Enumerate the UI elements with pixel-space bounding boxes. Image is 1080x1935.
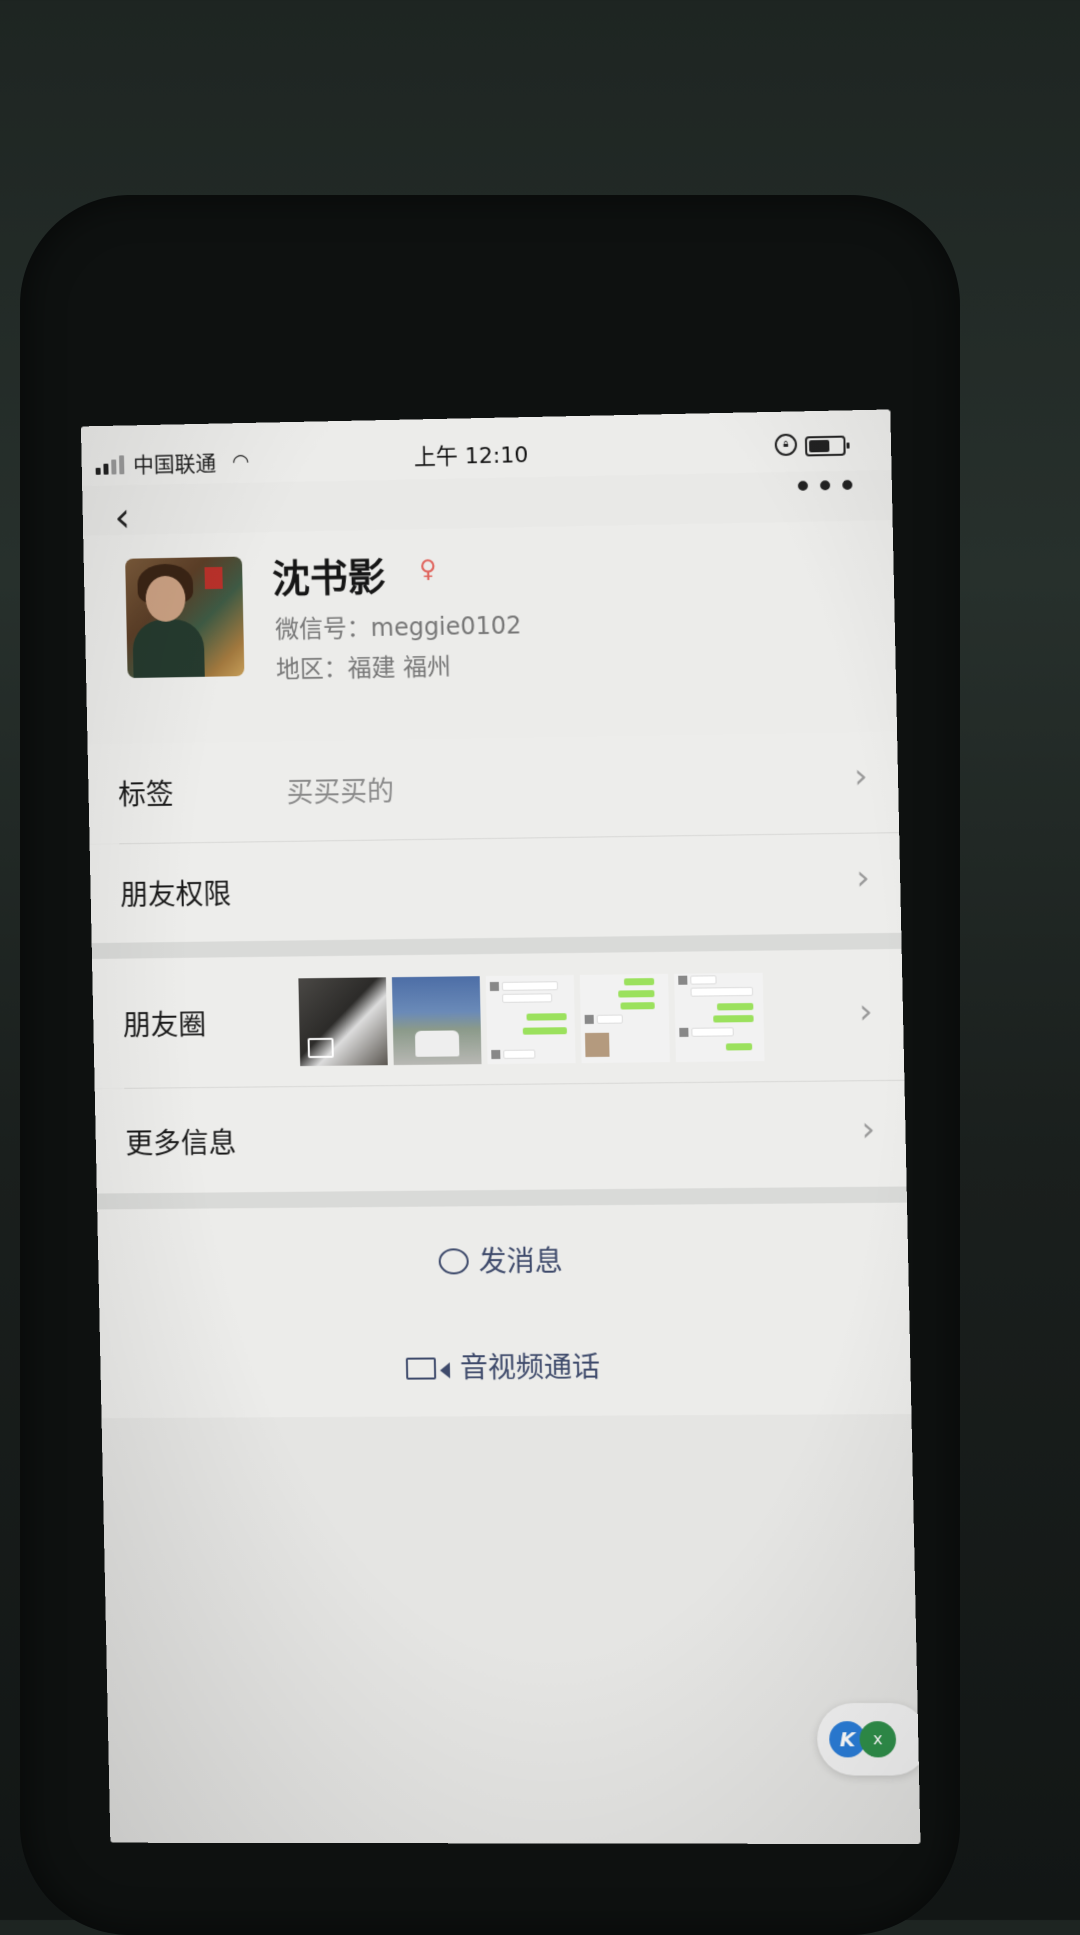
video-camera-icon <box>406 1357 436 1379</box>
chat-bubble <box>618 990 654 997</box>
moments-thumbnail <box>298 977 387 1066</box>
chat-bubble <box>713 1015 753 1022</box>
chevron-right-icon: › <box>858 992 873 1032</box>
avatar-figure-face <box>145 576 186 622</box>
row-tags[interactable]: 标签 买买买的 › <box>88 731 900 843</box>
region: 地区：福建 福州 <box>276 647 452 685</box>
chat-avatar <box>491 1050 500 1059</box>
chat-avatar <box>679 1028 688 1037</box>
send-message-button[interactable]: 发消息 <box>98 1237 909 1283</box>
chat-bubble <box>620 1002 654 1009</box>
wechat-profile-screen: 中国联通 ◠ 上午 12:10 🔒︎ 沈书影 ♀ 微信号：meggie0102 … <box>81 409 921 1844</box>
empty-area <box>102 1414 921 1844</box>
moments-thumbnails <box>298 973 764 1066</box>
chevron-right-icon: › <box>853 756 868 796</box>
chat-bubble-icon <box>438 1248 468 1274</box>
chat-avatar <box>585 1015 594 1024</box>
video-camera-lens <box>440 1362 450 1378</box>
av-call-button[interactable]: 音视频通话 <box>100 1344 911 1389</box>
chat-bubble <box>502 993 552 1003</box>
chevron-right-icon: › <box>856 858 871 898</box>
back-icon[interactable]: ‹ <box>114 495 131 541</box>
friend-permissions-label: 朋友权限 <box>120 873 232 914</box>
row-friend-permissions[interactable]: 朋友权限 › <box>90 833 902 943</box>
chat-bubble <box>526 1013 566 1020</box>
more-icon[interactable]: ••• <box>792 466 860 508</box>
floating-widget[interactable]: K x <box>816 1703 920 1776</box>
video-camera-icon <box>308 1038 334 1058</box>
status-time: 上午 12:10 <box>414 437 529 471</box>
row-moments[interactable]: 朋友圈 › <box>92 949 904 1088</box>
action-section: 发消息 音视频通话 <box>97 1203 911 1419</box>
close-widget-button[interactable]: x <box>859 1721 896 1757</box>
avatar-book <box>204 567 222 589</box>
signal-icon <box>95 455 124 474</box>
contact-name: 沈书影 <box>272 546 387 603</box>
moments-thumbnail <box>486 975 576 1064</box>
wifi-icon: ◠ <box>232 449 250 473</box>
chevron-right-icon: › <box>861 1109 876 1149</box>
chat-bubble <box>691 1027 733 1037</box>
chat-bubble <box>502 981 558 991</box>
chat-bubble <box>717 1003 753 1010</box>
row-more-info[interactable]: 更多信息 › <box>95 1081 907 1194</box>
chat-bubble <box>690 975 716 984</box>
rotation-lock-icon: 🔒︎ <box>775 434 798 457</box>
car-shape <box>415 1030 459 1056</box>
chat-bubble <box>690 987 753 997</box>
tags-label: 标签 <box>118 773 174 814</box>
avatar-figure-body <box>132 619 204 678</box>
chat-avatar <box>490 982 499 991</box>
carrier-label: 中国联通 <box>133 448 217 480</box>
gender-female-icon: ♀ <box>419 555 437 583</box>
av-call-label: 音视频通话 <box>460 1350 601 1384</box>
send-message-label: 发消息 <box>478 1245 563 1279</box>
tags-value: 买买买的 <box>286 769 394 810</box>
chat-avatar <box>678 976 687 985</box>
chat-bubble <box>624 978 654 985</box>
wechat-id: 微信号：meggie0102 <box>275 605 522 644</box>
chat-bubble <box>726 1043 752 1050</box>
battery-icon <box>805 436 846 457</box>
avatar[interactable] <box>125 557 244 679</box>
profile-header: 沈书影 ♀ 微信号：meggie0102 地区：福建 福州 <box>83 520 897 744</box>
chat-bubble <box>523 1027 567 1035</box>
chat-bubble <box>597 1015 623 1024</box>
chat-image <box>585 1033 610 1057</box>
moments-thumbnail <box>580 974 670 1063</box>
moments-label: 朋友圈 <box>123 1003 207 1044</box>
chat-bubble <box>503 1050 535 1059</box>
moments-thumbnail <box>674 973 764 1062</box>
more-info-label: 更多信息 <box>125 1122 237 1163</box>
moments-thumbnail <box>392 976 482 1065</box>
